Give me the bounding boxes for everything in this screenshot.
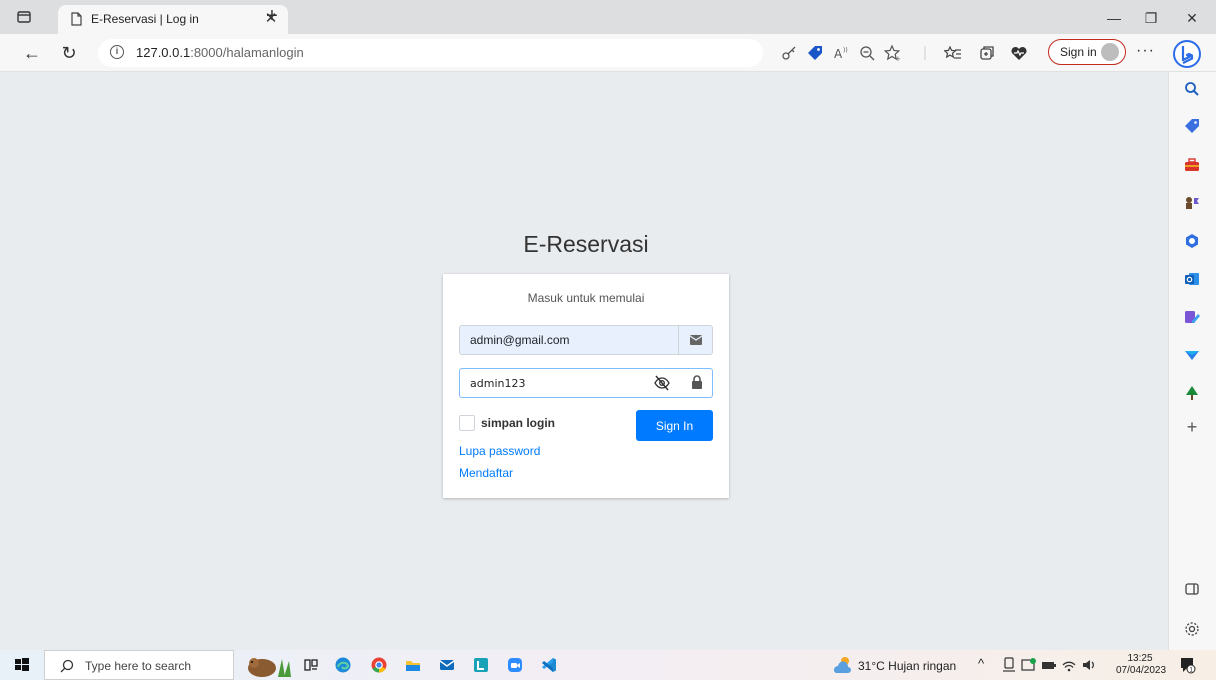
- email-input-group: [459, 325, 713, 355]
- taskbar-search-box[interactable]: Type here to search: [44, 650, 234, 680]
- edge-icon[interactable]: [334, 656, 352, 674]
- page-icon: [71, 12, 82, 26]
- clock-time: 13:25: [1127, 653, 1153, 664]
- add-sidebar-app-icon[interactable]: +: [1183, 418, 1201, 436]
- svg-text:A: A: [834, 47, 843, 61]
- gear-icon[interactable]: [1183, 620, 1201, 638]
- login-box-message: Masuk untuk memulai: [527, 291, 645, 305]
- browser-essentials-icon[interactable]: [1010, 44, 1028, 62]
- tab-actions-icon[interactable]: [16, 9, 32, 25]
- browser-tab-active[interactable]: E-Reservasi | Log in ✕: [58, 5, 288, 34]
- minimize-icon[interactable]: —: [1104, 8, 1124, 28]
- collections-icon[interactable]: [978, 44, 996, 62]
- back-arrow-icon[interactable]: ←: [22, 43, 42, 63]
- email-field[interactable]: [460, 326, 680, 354]
- wifi-icon[interactable]: [1060, 656, 1078, 674]
- email-addon: [678, 326, 712, 354]
- windows-taskbar: Type here to search 31°C Hujan ringan ^ …: [0, 650, 1216, 680]
- url-path: :8000/halamanlogin: [190, 45, 304, 60]
- tools-briefcase-icon[interactable]: [1183, 156, 1201, 174]
- settings-more-icon[interactable]: ···: [1136, 42, 1155, 60]
- window-close-icon[interactable]: ✕: [1182, 8, 1202, 28]
- vscode-icon[interactable]: [540, 656, 558, 674]
- weather-cloud-rain-icon[interactable]: [830, 654, 854, 676]
- forgot-password-link[interactable]: Lupa password: [459, 444, 540, 458]
- ime-icon[interactable]: [1000, 656, 1018, 674]
- profile-sign-in-button[interactable]: Sign in: [1048, 39, 1126, 65]
- toolbar-divider: [924, 46, 926, 60]
- chevron-up-icon[interactable]: ^: [978, 656, 984, 671]
- microsoft-365-icon[interactable]: [1183, 232, 1201, 250]
- login-card: Masuk untuk memulai simpan login Sign In…: [443, 274, 729, 498]
- outlook-icon[interactable]: [1183, 270, 1201, 288]
- svg-text:+: +: [895, 55, 901, 62]
- url-host: 127.0.0.1: [136, 45, 191, 60]
- profile-label: Sign in: [1060, 45, 1097, 59]
- page-content: E-Reservasi Masuk untuk memulai simpan l…: [0, 72, 1168, 650]
- bing-chat-icon[interactable]: [1172, 39, 1202, 69]
- url-text[interactable]: 127.0.0.1:8000/halamanlogin: [136, 45, 304, 60]
- coupon-tag-icon[interactable]: [806, 44, 824, 62]
- telegram-send-icon[interactable]: [1183, 346, 1201, 364]
- favorites-icon[interactable]: [944, 44, 962, 62]
- notifications-icon[interactable]: 1: [1178, 656, 1196, 674]
- password-field[interactable]: [460, 369, 640, 397]
- register-link[interactable]: Mendaftar: [459, 466, 513, 480]
- shopping-tag-icon[interactable]: [1183, 117, 1201, 135]
- screen-capture-icon[interactable]: [1020, 656, 1038, 674]
- zoom-icon[interactable]: [858, 44, 876, 62]
- avatar: [1101, 43, 1119, 61]
- svg-text:1: 1: [1189, 666, 1193, 673]
- refresh-icon[interactable]: ↻: [59, 43, 79, 63]
- password-input-group: [459, 368, 713, 398]
- sign-in-button[interactable]: Sign In: [636, 410, 713, 441]
- add-favorite-icon[interactable]: +: [884, 44, 902, 62]
- chrome-icon[interactable]: [370, 656, 388, 674]
- games-icon[interactable]: [1183, 194, 1201, 212]
- designer-icon[interactable]: [1183, 308, 1201, 326]
- address-bar[interactable]: i 127.0.0.1:8000/halamanlogin: [98, 39, 763, 67]
- remember-label[interactable]: simpan login: [481, 416, 555, 430]
- tree-icon[interactable]: [1183, 384, 1201, 402]
- sidebar-panel-icon[interactable]: [1183, 580, 1201, 598]
- lock-icon: [692, 375, 702, 389]
- restore-icon[interactable]: ❐: [1141, 8, 1161, 28]
- file-explorer-icon[interactable]: [404, 656, 422, 674]
- edge-sidebar: +: [1168, 72, 1216, 650]
- search-icon[interactable]: [1183, 80, 1201, 98]
- windows-start-icon[interactable]: [13, 656, 31, 674]
- svg-text:)): )): [843, 47, 848, 54]
- battery-icon[interactable]: [1040, 656, 1058, 674]
- search-highlight-image[interactable]: [240, 651, 294, 679]
- task-view-icon[interactable]: [302, 656, 320, 674]
- remember-checkbox[interactable]: [459, 415, 475, 431]
- key-icon[interactable]: [780, 44, 798, 62]
- login-brand-title[interactable]: E-Reservasi: [443, 231, 729, 258]
- envelope-icon: [690, 335, 702, 345]
- read-aloud-icon[interactable]: A)): [832, 44, 850, 62]
- site-info-icon[interactable]: i: [110, 45, 124, 59]
- clock-date: 07/04/2023: [1116, 665, 1167, 676]
- mail-icon[interactable]: [438, 656, 456, 674]
- browser-toolbar: ← ↻ i 127.0.0.1:8000/halamanlogin A)) + …: [0, 34, 1216, 72]
- tab-title: E-Reservasi | Log in: [91, 12, 199, 26]
- search-icon: [60, 659, 74, 673]
- taskbar-search-placeholder: Type here to search: [85, 659, 192, 673]
- weather-text[interactable]: 31°C Hujan ringan: [858, 659, 956, 673]
- taskbar-clock[interactable]: 13:25 07/04/2023: [1116, 653, 1167, 677]
- eye-slash-icon[interactable]: [653, 375, 671, 391]
- new-tab-icon[interactable]: +: [262, 6, 282, 26]
- volume-icon[interactable]: [1080, 656, 1098, 674]
- browser-tabstrip: E-Reservasi | Log in ✕ + — ❐ ✕: [0, 0, 1216, 34]
- laragon-icon[interactable]: [472, 656, 490, 674]
- zoom-meetings-icon[interactable]: [506, 656, 524, 674]
